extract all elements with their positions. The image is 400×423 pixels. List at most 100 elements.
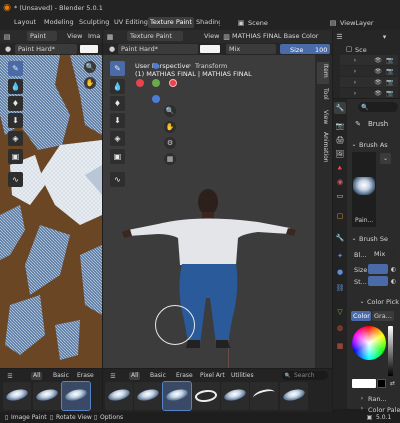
viewport-mode-select[interactable]: Texture Paint bbox=[127, 31, 183, 41]
brush-asset-label[interactable]: Brush As bbox=[359, 141, 388, 149]
transform-chevron-icon[interactable]: › bbox=[186, 61, 194, 69]
soften-tool[interactable]: 💧 bbox=[110, 79, 125, 94]
scene-properties-icon[interactable]: 🔺 bbox=[334, 162, 346, 174]
swap-colors-icon[interactable]: ⇄ bbox=[388, 379, 397, 388]
tab-texture-paint[interactable]: Texture Paint bbox=[148, 17, 194, 28]
outliner-filter-icon[interactable]: ▾ bbox=[380, 32, 389, 41]
shelf-tab-utilities[interactable]: Utilities bbox=[231, 372, 254, 379]
fill-tool-left[interactable]: ◈ bbox=[8, 131, 23, 146]
panel-collapsed-icon[interactable]: › bbox=[358, 405, 366, 412]
clone-tool[interactable]: ⬇ bbox=[110, 113, 125, 128]
render-camera-icon[interactable]: 📷 bbox=[386, 57, 394, 64]
image-editor-image-menu[interactable]: Ima bbox=[88, 32, 100, 40]
tab-layout[interactable]: Layout bbox=[12, 17, 38, 28]
visibility-eye-icon[interactable]: 👁 bbox=[374, 68, 382, 75]
viewport-blend-select[interactable]: Mix bbox=[226, 44, 276, 54]
shelf-brush-thumb[interactable] bbox=[105, 382, 133, 410]
modifier-properties-icon[interactable]: 🔧 bbox=[334, 232, 346, 244]
shelf-brush-thumb[interactable] bbox=[134, 382, 162, 410]
fill-tool[interactable]: ◈ bbox=[110, 131, 125, 146]
pan-icon[interactable]: ✋ bbox=[164, 121, 176, 133]
size-slider[interactable] bbox=[368, 264, 388, 274]
axis-y-gizmo[interactable] bbox=[152, 79, 160, 87]
shelf-brush-thumb[interactable] bbox=[3, 382, 31, 410]
output-properties-icon[interactable]: 🖨 bbox=[334, 134, 346, 146]
gradient-tab[interactable]: Gra... bbox=[372, 311, 394, 321]
zoom-icon-left[interactable]: 🔍 bbox=[84, 61, 96, 73]
shelf-brush-thumb-active[interactable] bbox=[162, 381, 192, 411]
axis-x-gizmo[interactable] bbox=[136, 79, 144, 87]
tab-modeling[interactable]: Modeling bbox=[42, 17, 76, 28]
blender-icon[interactable]: ◉ bbox=[2, 3, 12, 13]
outliner-editor-icon[interactable]: ☰ bbox=[335, 32, 344, 41]
color-picker-label[interactable]: Color Pick bbox=[367, 298, 399, 306]
shelf-tab-erase[interactable]: Erase bbox=[77, 372, 94, 379]
render-camera-icon[interactable]: 📷 bbox=[386, 90, 394, 97]
viewport-editor-type-icon[interactable]: ▦ bbox=[105, 32, 115, 41]
shelf-tab-basic[interactable]: Basic bbox=[150, 372, 166, 379]
random-label[interactable]: Ran... bbox=[368, 395, 387, 403]
transform-panel-label[interactable]: Transform bbox=[195, 62, 227, 70]
texture-properties-icon[interactable]: ▦ bbox=[334, 340, 346, 352]
strength-pressure-icon[interactable]: ◐ bbox=[389, 276, 398, 286]
scene-name[interactable]: Scene bbox=[248, 19, 268, 27]
shelf-tab-all[interactable]: All bbox=[31, 372, 43, 380]
shelf-brush-thumb[interactable] bbox=[280, 382, 308, 410]
data-properties-icon[interactable]: ▽ bbox=[334, 306, 346, 318]
view-layer-name[interactable]: ViewLayer bbox=[340, 19, 374, 27]
panel-expand-icon[interactable]: ⌄ bbox=[350, 234, 358, 242]
brush-asset-dropdown-icon[interactable]: ⌄ bbox=[380, 153, 391, 164]
panel-expand-icon[interactable]: ⌄ bbox=[358, 297, 366, 305]
axis-z-gizmo[interactable] bbox=[169, 79, 177, 87]
shelf-tab-pixel-art[interactable]: Pixel Art bbox=[200, 372, 225, 379]
tab-shading[interactable]: Shading bbox=[194, 17, 220, 28]
draw-tool[interactable]: ✎ bbox=[110, 61, 125, 76]
particles-properties-icon[interactable]: ✦ bbox=[334, 250, 346, 262]
collection-properties-icon[interactable]: ▭ bbox=[334, 190, 346, 202]
shelf-brush-thumb[interactable] bbox=[250, 382, 278, 410]
n-panel-tab-item[interactable]: Item bbox=[317, 62, 329, 84]
shelf-brush-thumb[interactable] bbox=[221, 382, 249, 410]
shelf-menu-icon[interactable]: ☰ bbox=[5, 372, 15, 380]
zoom-icon[interactable]: 🔍 bbox=[164, 105, 176, 117]
size-pressure-icon[interactable]: ◐ bbox=[389, 264, 398, 274]
render-camera-icon[interactable]: 📷 bbox=[386, 68, 394, 75]
axis-top-gizmo[interactable] bbox=[153, 63, 159, 69]
shelf-tab-erase[interactable]: Erase bbox=[176, 372, 193, 379]
viewport-view-menu[interactable]: View bbox=[204, 32, 219, 40]
editor-type-icon[interactable]: ▤ bbox=[2, 32, 12, 41]
expand-arrow-icon[interactable]: › bbox=[352, 90, 358, 97]
material-properties-icon[interactable]: ◍ bbox=[334, 322, 346, 334]
shelf-tab-all[interactable]: All bbox=[129, 372, 141, 380]
constraints-properties-icon[interactable]: ⛓ bbox=[334, 282, 346, 294]
shelf-brush-thumb[interactable] bbox=[192, 382, 220, 410]
active-paint-slot[interactable]: MATHIAS FINAL Base Color bbox=[232, 32, 330, 40]
camera-view-icon[interactable]: ⚙ bbox=[164, 137, 176, 149]
visibility-eye-icon[interactable]: 👁 bbox=[374, 79, 382, 86]
view-layer-properties-icon[interactable]: 🖼 bbox=[334, 148, 346, 160]
shelf-tab-basic[interactable]: Basic bbox=[53, 372, 69, 379]
color-tab[interactable]: Color bbox=[351, 311, 371, 321]
image-editor-view-menu[interactable]: View bbox=[67, 32, 82, 40]
tool-settings-icon[interactable]: 🔧 bbox=[334, 102, 346, 114]
smear-tool-left[interactable]: ♦ bbox=[8, 96, 23, 111]
physics-properties-icon[interactable]: ● bbox=[334, 266, 346, 278]
shelf-brush-thumb-active[interactable] bbox=[61, 381, 91, 411]
visibility-eye-icon[interactable]: 👁 bbox=[374, 57, 382, 64]
visibility-eye-icon[interactable]: 👁 bbox=[374, 90, 382, 97]
n-panel-tab-animation[interactable]: Animation bbox=[317, 130, 329, 166]
strength-slider[interactable] bbox=[368, 276, 388, 286]
tab-uv-editing[interactable]: UV Editing bbox=[112, 17, 150, 28]
annotate-tool-left[interactable]: ∿ bbox=[8, 172, 23, 187]
blend-select[interactable]: Mix bbox=[372, 249, 394, 259]
clone-tool-left[interactable]: ⬇ bbox=[8, 113, 23, 128]
mask-tool[interactable]: ▣ bbox=[110, 149, 125, 164]
viewport-color-swatch[interactable] bbox=[200, 45, 220, 53]
render-camera-icon[interactable]: 📷 bbox=[386, 79, 394, 86]
image-editor-brush-select[interactable]: Paint Hard* bbox=[15, 44, 77, 54]
world-properties-icon[interactable]: ◉ bbox=[334, 176, 346, 188]
pan-icon-left[interactable]: ✋ bbox=[84, 77, 96, 89]
color-swatch-left[interactable] bbox=[80, 45, 98, 53]
smear-tool[interactable]: ♦ bbox=[110, 96, 125, 111]
expand-arrow-icon[interactable]: › bbox=[352, 79, 358, 86]
